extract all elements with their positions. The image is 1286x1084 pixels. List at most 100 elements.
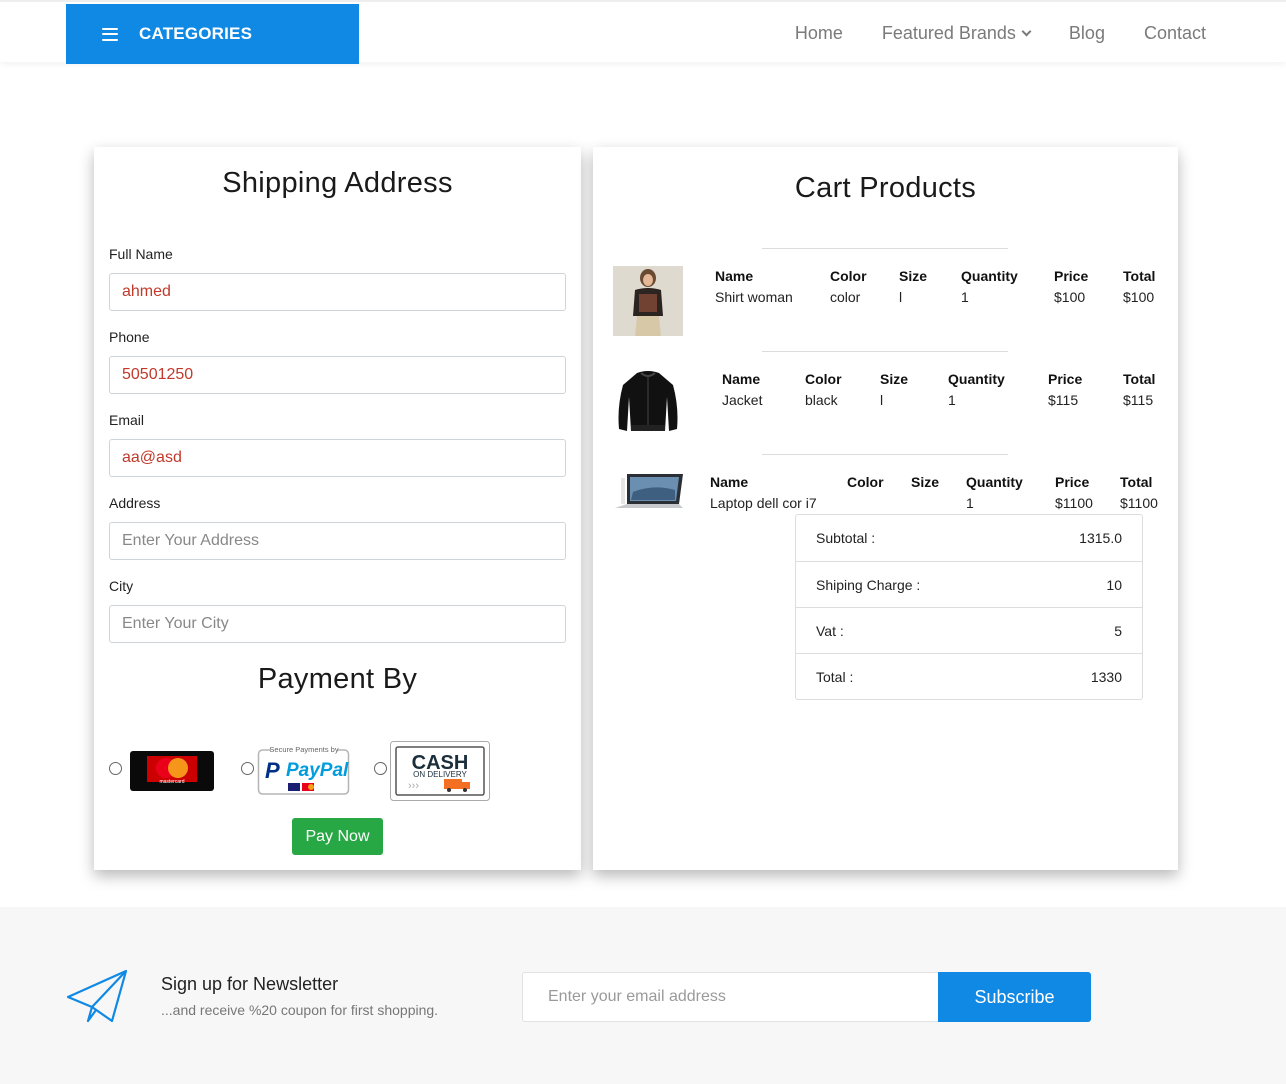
order-summary-table: Subtotal : 1315.0 Shiping Charge : 10 Vat …	[795, 514, 1143, 700]
name-header: Name	[715, 268, 754, 284]
color-header: Color	[830, 268, 867, 284]
summary-label: Total :	[816, 668, 854, 685]
cash-on-delivery-logo[interactable]: CASH ON DELIVERY ›››	[390, 741, 490, 801]
item-quantity: 1	[961, 289, 969, 305]
address-label: Address	[109, 495, 161, 511]
item-3-price-col: Price $1100	[1055, 474, 1093, 511]
item-2-size-col: Size l	[880, 371, 908, 408]
summary-label: Shiping Charge :	[816, 576, 921, 593]
nav-contact[interactable]: Contact	[1144, 23, 1206, 44]
full-name-input[interactable]	[109, 273, 566, 311]
item-3-total-col: Total $1100	[1120, 474, 1158, 511]
summary-value: 1330	[1090, 668, 1122, 685]
pay-now-button[interactable]: Pay Now	[292, 818, 383, 855]
newsletter-title: Sign up for Newsletter	[161, 974, 339, 994]
summary-label: Vat :	[816, 622, 844, 639]
item-1-total-col: Total $100	[1123, 268, 1155, 305]
cart-panel: Cart Products Name Shirt woman Color color…	[593, 147, 1178, 870]
item-price: $1100	[1055, 495, 1093, 511]
paper-plane-icon	[66, 969, 128, 1023]
email-input[interactable]	[109, 439, 566, 477]
cart-divider	[762, 454, 1008, 455]
paypal-radio[interactable]	[241, 762, 254, 775]
item-total: $115	[1123, 392, 1154, 408]
address-input[interactable]	[109, 522, 566, 560]
summary-value: 5	[1114, 622, 1122, 639]
shipping-panel: Shipping Address Full Name Phone Email A…	[94, 147, 581, 870]
total-header: Total	[1120, 474, 1153, 490]
paypal-logo-text: PayPal	[286, 760, 349, 781]
svg-text:P: P	[265, 758, 280, 783]
item-1-size-col: Size l	[899, 268, 927, 305]
city-input[interactable]	[109, 605, 566, 643]
price-header: Price	[1054, 268, 1089, 284]
email-label: Email	[109, 412, 145, 428]
summary-value: 10	[1106, 576, 1122, 593]
summary-total-row: Total : 1330	[796, 653, 1142, 699]
item-1-quantity-col: Quantity 1	[961, 268, 1018, 305]
full-name-label: Full Name	[109, 246, 173, 262]
item-2-total-col: Total $115	[1123, 371, 1155, 408]
svg-text:›››: ›››	[408, 780, 419, 792]
item-3-size-col: Size	[911, 474, 939, 495]
item-color: color	[830, 289, 861, 305]
item-total: $1100	[1120, 495, 1158, 511]
nav-blog[interactable]: Blog	[1069, 23, 1105, 44]
item-quantity: 1	[948, 392, 956, 408]
phone-input[interactable]	[109, 356, 566, 394]
mastercard-logo-text: mastercard	[159, 779, 184, 785]
nav-featured-brands-label: Featured Brands	[881, 22, 1016, 43]
laptop-thumbnail[interactable]	[613, 470, 685, 514]
summary-shipping-row: Shiping Charge : 10	[796, 561, 1142, 607]
price-header: Price	[1055, 474, 1090, 490]
item-size: l	[880, 392, 884, 408]
item-quantity: 1	[966, 495, 974, 511]
quantity-header: Quantity	[961, 268, 1018, 284]
total-header: Total	[1123, 371, 1156, 387]
item-2-color-col: Color black	[805, 371, 842, 408]
item-name: Jacket	[722, 392, 763, 408]
main-nav: Home Featured Brands Blog Contact	[756, 2, 1206, 64]
item-2-quantity-col: Quantity 1	[948, 371, 1005, 408]
total-header: Total	[1123, 268, 1156, 284]
city-label: City	[109, 578, 134, 594]
price-header: Price	[1048, 371, 1083, 387]
mastercard-radio[interactable]	[109, 762, 122, 775]
nav-featured-brands[interactable]: Featured Brands	[881, 22, 1032, 44]
subscribe-button[interactable]: Subscribe	[938, 972, 1091, 1022]
item-1-name-col: Name Shirt woman	[715, 268, 793, 305]
item-name: Laptop dell cor i7	[710, 495, 817, 511]
chevron-down-icon	[1021, 26, 1032, 36]
item-total: $100	[1123, 289, 1155, 305]
cart-divider	[762, 248, 1008, 249]
black-jacket-thumbnail[interactable]	[613, 367, 683, 437]
hamburger-icon	[102, 27, 118, 41]
quantity-header: Quantity	[966, 474, 1023, 490]
item-3-color-col: Color	[847, 474, 884, 495]
newsletter-email-input[interactable]	[522, 972, 939, 1022]
size-header: Size	[880, 371, 909, 387]
categories-button[interactable]: CATEGORIES	[66, 4, 359, 64]
summary-value: 1315.0	[1079, 530, 1122, 546]
color-header: Color	[847, 474, 884, 490]
mastercard-logo[interactable]: mastercard	[130, 751, 214, 791]
item-2-name-col: Name Jacket	[722, 371, 762, 408]
item-3-name-col: Name Laptop dell cor i7	[710, 474, 817, 511]
categories-label: CATEGORIES	[139, 24, 253, 43]
cart-divider	[762, 351, 1008, 352]
cash-logo-caption: ON DELIVERY	[413, 770, 467, 779]
cart-title: Cart Products	[794, 172, 977, 204]
item-price: $100	[1054, 289, 1086, 305]
nav-home[interactable]: Home	[795, 23, 843, 44]
newsletter-section: Sign up for Newsletter ...and receive %2…	[0, 907, 1286, 1084]
paypal-caption: Secure Payments by	[269, 745, 338, 754]
phone-label: Phone	[109, 329, 150, 345]
paypal-logo[interactable]: Secure Payments by P PayPal	[257, 744, 351, 796]
woman-shirt-thumbnail[interactable]	[613, 266, 683, 336]
newsletter-subtitle: ...and receive %20 coupon for first shop…	[161, 1002, 439, 1018]
cash-radio[interactable]	[374, 762, 387, 775]
top-navbar: CATEGORIES Home Featured Brands Blog Con…	[0, 0, 1286, 64]
shipping-title: Shipping Address	[222, 167, 453, 199]
summary-label: Subtotal :	[816, 530, 876, 546]
item-color: black	[805, 392, 838, 408]
